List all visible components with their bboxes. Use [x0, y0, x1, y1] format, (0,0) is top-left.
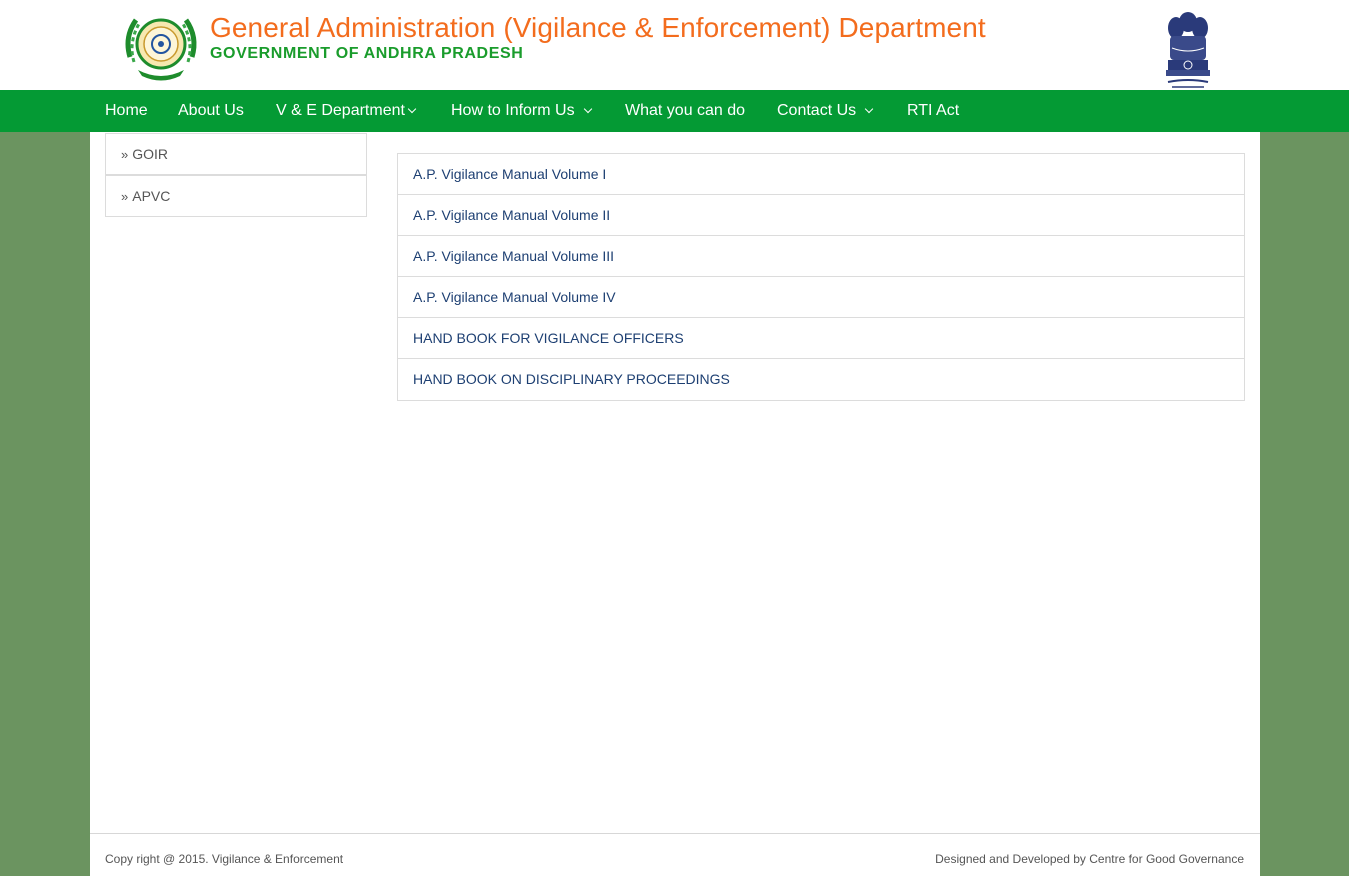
nav-home[interactable]: Home [105, 90, 148, 132]
nav-contact-us[interactable]: Contact Us [777, 90, 874, 132]
national-emblem-logo [1162, 8, 1214, 90]
chevron-down-icon [583, 104, 592, 114]
chevron-down-icon [864, 104, 874, 114]
document-link-volume-3[interactable]: A.P. Vigilance Manual Volume III [398, 236, 1244, 277]
nav-rti-act-label: RTI Act [907, 102, 960, 119]
sidebar-item-goir[interactable]: » GOIR [105, 133, 367, 175]
nav-home-label: Home [105, 102, 148, 119]
site-header: General Administration (Vigilance & Enfo… [0, 0, 1349, 90]
document-list: A.P. Vigilance Manual Volume I A.P. Vigi… [397, 153, 1245, 401]
chevron-down-icon [407, 104, 417, 114]
nav-what-you-can-do[interactable]: What you can do [625, 90, 745, 132]
nav-rti-act[interactable]: RTI Act [907, 90, 959, 132]
nav-how-to-inform-us[interactable]: How to Inform Us [451, 90, 592, 132]
document-link-handbook-disciplinary-proceedings[interactable]: HAND BOOK ON DISCIPLINARY PROCEEDINGS [398, 359, 1244, 400]
sidebar-item-label: APVC [132, 188, 171, 204]
site-footer: Copy right @ 2015. Vigilance & Enforceme… [90, 833, 1260, 876]
copyright-text: Copy right @ 2015. Vigilance & Enforceme… [105, 852, 344, 866]
double-chevron-right-icon: » [121, 147, 129, 162]
ap-state-emblem-logo[interactable] [120, 12, 202, 82]
nav-ve-department[interactable]: V & E Department [276, 90, 417, 132]
sidebar-item-label: GOIR [132, 146, 169, 162]
document-link-volume-1[interactable]: A.P. Vigilance Manual Volume I [398, 154, 1244, 195]
nav-how-to-inform-us-label: How to Inform Us [451, 102, 575, 119]
nav-ve-department-label: V & E Department [276, 102, 405, 119]
nav-about-us[interactable]: About Us [178, 90, 244, 132]
page-subtitle: GOVERNMENT OF ANDHRA PRADESH [210, 45, 524, 62]
nav-about-us-label: About Us [178, 102, 244, 119]
sidebar-item-apvc[interactable]: » APVC [105, 175, 367, 217]
document-link-volume-2[interactable]: A.P. Vigilance Manual Volume II [398, 195, 1244, 236]
main-navigation: Home About Us V & E Department How to In… [0, 90, 1349, 132]
nav-contact-us-label: Contact Us [777, 102, 857, 119]
document-link-handbook-vigilance-officers[interactable]: HAND BOOK FOR VIGILANCE OFFICERS [398, 318, 1244, 359]
double-chevron-right-icon: » [121, 189, 129, 204]
document-link-volume-4[interactable]: A.P. Vigilance Manual Volume IV [398, 277, 1244, 318]
main-content: » GOIR » APVC A.P. Vigilance Manual Volume… [90, 132, 1260, 876]
nav-what-you-can-do-label: What you can do [625, 102, 746, 119]
credit-text: Designed and Developed by Centre for Goo… [935, 852, 1244, 866]
page-title: General Administration (Vigilance & Enfo… [210, 12, 986, 43]
